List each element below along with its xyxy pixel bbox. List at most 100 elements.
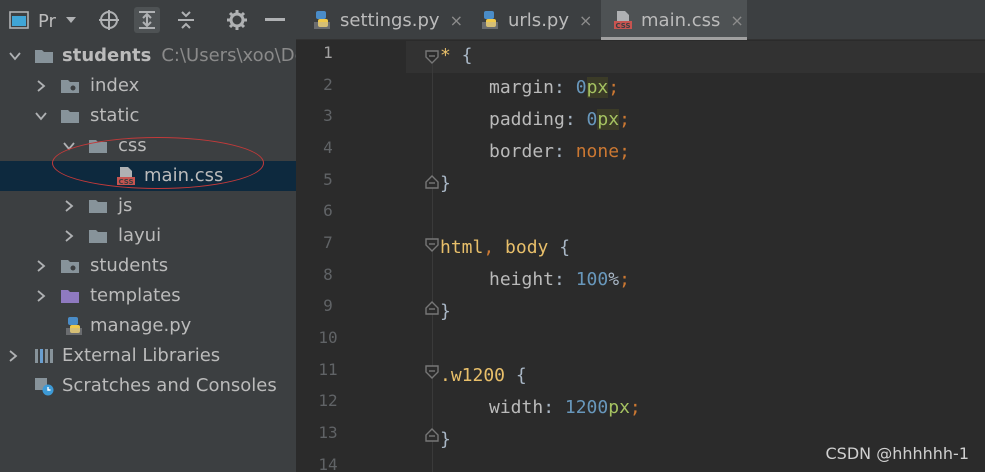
chevron-right-icon[interactable] <box>6 349 20 363</box>
tree-item-layui[interactable]: layui <box>0 221 296 251</box>
folder-icon <box>89 140 107 153</box>
tree-item-manage-py[interactable]: manage.py <box>0 311 296 341</box>
chevron-down-icon[interactable] <box>62 7 80 33</box>
project-window-icon[interactable] <box>6 7 32 33</box>
folder-icon <box>35 50 53 63</box>
selector: html <box>440 237 484 258</box>
code-line: * { <box>440 45 473 66</box>
minimize-icon[interactable] <box>262 7 288 33</box>
line-number: 1 <box>323 43 333 62</box>
chevron-down-icon[interactable] <box>34 109 48 123</box>
property: height <box>489 269 555 290</box>
fold-end-icon[interactable] <box>425 428 439 442</box>
line-number: 9 <box>323 296 333 315</box>
tab-settings-py[interactable]: settings.py × <box>312 0 463 40</box>
scratches-icon <box>35 378 54 396</box>
expand-all-icon[interactable] <box>134 7 160 33</box>
code-line: padding: 0px; <box>489 109 630 130</box>
tree-item-students[interactable]: students <box>0 251 296 281</box>
fold-collapse-icon[interactable] <box>425 50 439 64</box>
templates-folder-icon <box>61 290 79 303</box>
tree-item-css[interactable]: css <box>0 131 296 161</box>
chevron-right-icon[interactable] <box>62 199 76 213</box>
active-tab-indicator <box>601 37 747 40</box>
chevron-right-icon[interactable] <box>34 259 48 273</box>
watermark: CSDN @hhhhhh-1 <box>825 444 970 463</box>
code-line: } <box>440 301 451 322</box>
close-icon[interactable]: × <box>579 11 592 30</box>
package-folder-icon <box>61 260 79 273</box>
selector: * <box>440 45 451 66</box>
collapse-all-icon[interactable] <box>173 7 199 33</box>
chevron-right-icon[interactable] <box>34 289 48 303</box>
code-line: .w1200 { <box>440 365 527 386</box>
selector: .w1200 <box>440 365 506 386</box>
line-number: 3 <box>323 106 333 125</box>
tree-item-label: manage.py <box>90 315 192 336</box>
property: padding <box>489 109 565 130</box>
fold-end-icon[interactable] <box>425 175 439 189</box>
tab-label: main.css <box>641 9 721 31</box>
property: border <box>489 141 555 162</box>
tree-item-students-root[interactable]: students C:\Users\xoo\Des <box>0 41 315 71</box>
fold-collapse-icon[interactable] <box>425 365 439 379</box>
line-number: 2 <box>323 75 333 94</box>
css-file-icon: CSS <box>117 167 135 186</box>
current-line-highlight <box>406 41 985 73</box>
tab-urls-py[interactable]: urls.py × <box>480 0 592 40</box>
tree-item-index[interactable]: index <box>0 71 296 101</box>
tree-item-label: layui <box>118 225 162 246</box>
package-folder-icon <box>61 80 79 93</box>
code-line: height: 100%; <box>489 269 630 290</box>
tree-item-templates[interactable]: templates <box>0 281 296 311</box>
fold-collapse-icon[interactable] <box>425 238 439 252</box>
property: margin <box>489 77 555 98</box>
code-line: } <box>440 429 451 450</box>
editor-area: settings.py × urls.py × CSS main.css × 1… <box>296 0 985 472</box>
tree-item-scratches-consoles[interactable]: Scratches and Consoles <box>0 371 296 401</box>
line-number: 12 <box>318 391 338 410</box>
locate-target-icon[interactable] <box>96 7 122 33</box>
tree-item-static[interactable]: static <box>0 101 296 131</box>
code-line: width: 1200px; <box>489 397 641 418</box>
line-number: 6 <box>323 201 333 220</box>
close-icon[interactable]: × <box>450 11 463 30</box>
tree-item-external-libraries[interactable]: External Libraries <box>0 341 296 371</box>
css-file-icon: CSS <box>614 11 632 30</box>
folder-icon <box>89 230 107 243</box>
line-number: 4 <box>323 138 333 157</box>
project-view-title[interactable]: Pr <box>38 8 56 34</box>
line-number-gutter: 1 2 3 4 5 6 7 8 9 10 11 12 13 14 <box>296 40 406 472</box>
close-icon[interactable]: × <box>730 11 743 30</box>
python-file-icon <box>482 11 498 29</box>
tree-item-label: index <box>90 75 140 96</box>
project-toolbar: Pr <box>0 0 296 40</box>
folder-icon <box>89 200 107 213</box>
tab-main-css[interactable]: CSS main.css × <box>601 0 747 40</box>
chevron-right-icon[interactable] <box>34 79 48 93</box>
fold-end-icon[interactable] <box>425 301 439 315</box>
tree-item-label: main.css <box>144 165 224 186</box>
tree-item-label: js <box>118 195 133 216</box>
python-file-icon <box>66 317 82 335</box>
line-number: 14 <box>318 455 338 472</box>
svg-text:CSS: CSS <box>615 22 630 30</box>
svg-text:CSS: CSS <box>118 178 133 186</box>
chevron-down-icon[interactable] <box>8 49 22 63</box>
tree-item-label: css <box>118 135 147 156</box>
gear-icon[interactable] <box>224 7 250 33</box>
chevron-right-icon[interactable] <box>62 229 76 243</box>
tree-item-js[interactable]: js <box>0 191 296 221</box>
python-file-icon <box>314 11 330 29</box>
tab-label: settings.py <box>340 9 440 31</box>
selector: body <box>505 237 549 258</box>
tree-item-label: Scratches and Consoles <box>62 375 277 396</box>
line-number: 7 <box>323 233 333 252</box>
property: width <box>489 397 544 418</box>
line-number: 11 <box>318 360 338 379</box>
project-path: C:\Users\xoo\Des <box>161 45 316 66</box>
tree-item-main-css[interactable]: CSS main.css <box>0 161 296 191</box>
chevron-down-icon[interactable] <box>62 139 76 153</box>
editor-tabbar: settings.py × urls.py × CSS main.css × <box>296 0 985 40</box>
tree-item-label: students <box>90 255 169 276</box>
